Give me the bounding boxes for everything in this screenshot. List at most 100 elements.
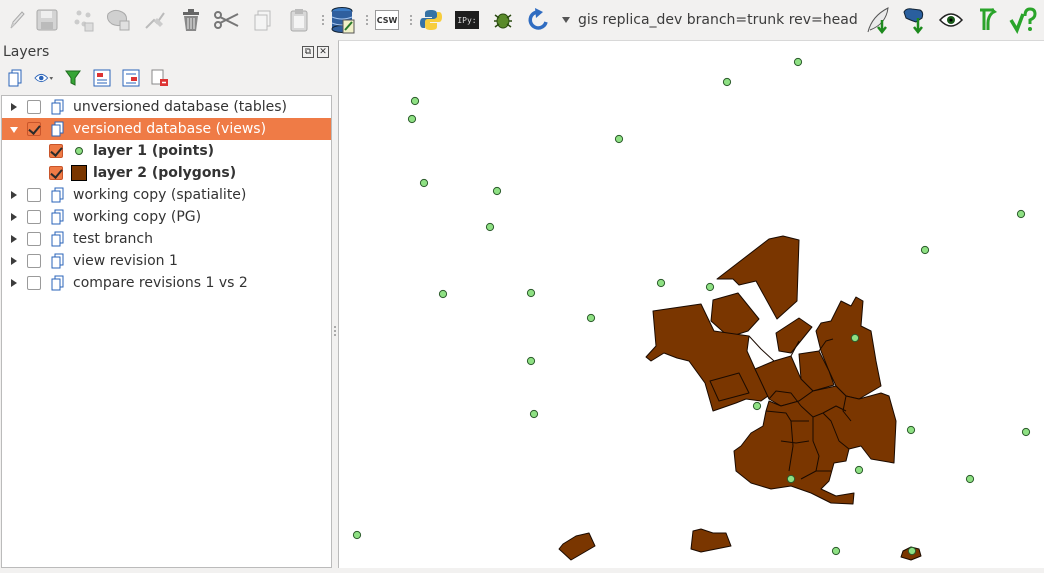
point-feature <box>965 474 975 484</box>
layer-visibility-checkbox[interactable] <box>27 100 41 114</box>
paste-icon[interactable] <box>284 5 314 35</box>
layer-visibility-checkbox[interactable] <box>27 210 41 224</box>
polygon-feature <box>690 528 732 553</box>
expand-arrow-icon[interactable] <box>11 257 17 265</box>
point-feature <box>920 245 930 255</box>
point-feature <box>793 57 803 67</box>
layer-tree-label: working copy (PG) <box>73 209 202 225</box>
cut-icon[interactable] <box>212 5 242 35</box>
layer-tree-row[interactable]: layer 2 (polygons) <box>2 162 331 184</box>
main-toolbar: CSW IPy: gis replica_dev branch=trunk re… <box>0 0 1044 40</box>
refresh-icon[interactable] <box>524 5 554 35</box>
expand-all-icon[interactable] <box>92 68 112 88</box>
polygon-layer <box>558 235 922 561</box>
point-feature <box>529 409 539 419</box>
layer-tree-label: unversioned database (tables) <box>73 99 288 115</box>
layer-tree-row[interactable]: unversioned database (tables) <box>2 96 331 118</box>
point-feature <box>438 289 448 299</box>
layer-visibility-checkbox[interactable] <box>49 166 63 180</box>
point-feature <box>410 96 420 106</box>
layer-visibility-checkbox[interactable] <box>27 254 41 268</box>
bug-icon[interactable] <box>488 5 518 35</box>
layer-group-icon <box>51 253 64 269</box>
layers-panel-title: Layers <box>3 44 50 60</box>
point-feature <box>586 313 596 323</box>
collapse-arrow-icon[interactable] <box>10 127 18 133</box>
expand-arrow-icon[interactable] <box>11 279 17 287</box>
layer-tree-row-selected[interactable]: versioned database (views) <box>2 118 331 140</box>
layer-tree-row[interactable]: working copy (spatialite) <box>2 184 331 206</box>
layer-visibility-checkbox[interactable] <box>27 276 41 290</box>
node-tool-icon[interactable] <box>140 5 170 35</box>
layer-visibility-checkbox[interactable] <box>49 144 63 158</box>
expand-arrow-icon[interactable] <box>11 235 17 243</box>
branch-icon[interactable] <box>972 5 1002 35</box>
add-feature-icon[interactable] <box>68 5 98 35</box>
map-svg[interactable] <box>339 41 1044 569</box>
pull-icon[interactable] <box>864 5 894 35</box>
layer-tree-row[interactable]: compare revisions 1 vs 2 <box>2 272 331 294</box>
layer-tree-label: layer 2 (polygons) <box>93 165 237 181</box>
layer-tree-label: view revision 1 <box>73 253 178 269</box>
toolbar-separator <box>320 8 326 32</box>
add-group-icon[interactable] <box>5 68 25 88</box>
layers-panel: Layers ⧉ ✕ unversioned database (tables)… <box>0 40 332 568</box>
map-canvas[interactable] <box>338 40 1044 568</box>
polygon-feature <box>558 532 596 561</box>
layers-toolbar <box>0 64 332 92</box>
layer-visibility-checkbox[interactable] <box>27 122 41 136</box>
collapse-all-icon[interactable] <box>121 68 141 88</box>
csw-icon[interactable]: CSW <box>372 5 402 35</box>
layer-group-icon <box>51 187 64 203</box>
layers-panel-header: Layers ⧉ ✕ <box>0 40 332 64</box>
commit-icon[interactable] <box>1008 5 1038 35</box>
point-symbol-icon <box>75 147 83 155</box>
expand-arrow-icon[interactable] <box>11 213 17 221</box>
pencil-icon[interactable] <box>4 5 30 35</box>
float-icon[interactable]: ⧉ <box>302 46 314 58</box>
layer-tree-label: working copy (spatialite) <box>73 187 247 203</box>
close-icon[interactable]: ✕ <box>317 46 329 58</box>
layer-visibility-checkbox[interactable] <box>27 232 41 246</box>
delete-icon[interactable] <box>176 5 206 35</box>
layer-group-icon <box>51 231 64 247</box>
layer-visibility-checkbox[interactable] <box>27 188 41 202</box>
view-icon[interactable] <box>936 5 966 35</box>
database-icon[interactable] <box>328 5 358 35</box>
polygon-feature <box>775 317 813 354</box>
filter-icon[interactable] <box>63 68 83 88</box>
layer-tree-row[interactable]: view revision 1 <box>2 250 331 272</box>
layer-tree[interactable]: unversioned database (tables) versioned … <box>1 95 332 568</box>
visibility-icon[interactable] <box>34 68 54 88</box>
layer-group-icon <box>51 99 64 115</box>
point-feature <box>705 282 715 292</box>
ipython-icon[interactable]: IPy: <box>452 5 482 35</box>
expand-arrow-icon[interactable] <box>11 191 17 199</box>
save-edits-icon[interactable] <box>32 5 62 35</box>
layer-tree-label: test branch <box>73 231 154 247</box>
point-feature <box>407 114 417 124</box>
remove-layer-icon[interactable] <box>150 68 170 88</box>
python-icon[interactable] <box>416 5 446 35</box>
point-feature <box>850 333 860 343</box>
point-feature <box>526 288 536 298</box>
point-feature <box>831 546 841 556</box>
polygon-symbol-icon <box>71 165 87 181</box>
project-status-label: gis replica_dev branch=trunk rev=head <box>578 12 858 28</box>
ipython-label: IPy: <box>455 11 479 29</box>
layer-group-icon <box>51 121 64 137</box>
point-feature <box>485 222 495 232</box>
polygon-feature <box>710 292 760 338</box>
copy-icon[interactable] <box>248 5 278 35</box>
chevron-down-icon[interactable] <box>562 17 570 23</box>
layer-tree-row[interactable]: working copy (PG) <box>2 206 331 228</box>
expand-arrow-icon[interactable] <box>11 103 17 111</box>
csw-label: CSW <box>375 10 399 30</box>
layer-tree-label: versioned database (views) <box>73 121 267 137</box>
layer-tree-row[interactable]: test branch <box>2 228 331 250</box>
layer-tree-row[interactable]: layer 1 (points) <box>2 140 331 162</box>
layer-group-icon <box>51 209 64 225</box>
update-icon[interactable] <box>900 5 930 35</box>
move-feature-icon[interactable] <box>104 5 134 35</box>
point-feature <box>352 530 362 540</box>
